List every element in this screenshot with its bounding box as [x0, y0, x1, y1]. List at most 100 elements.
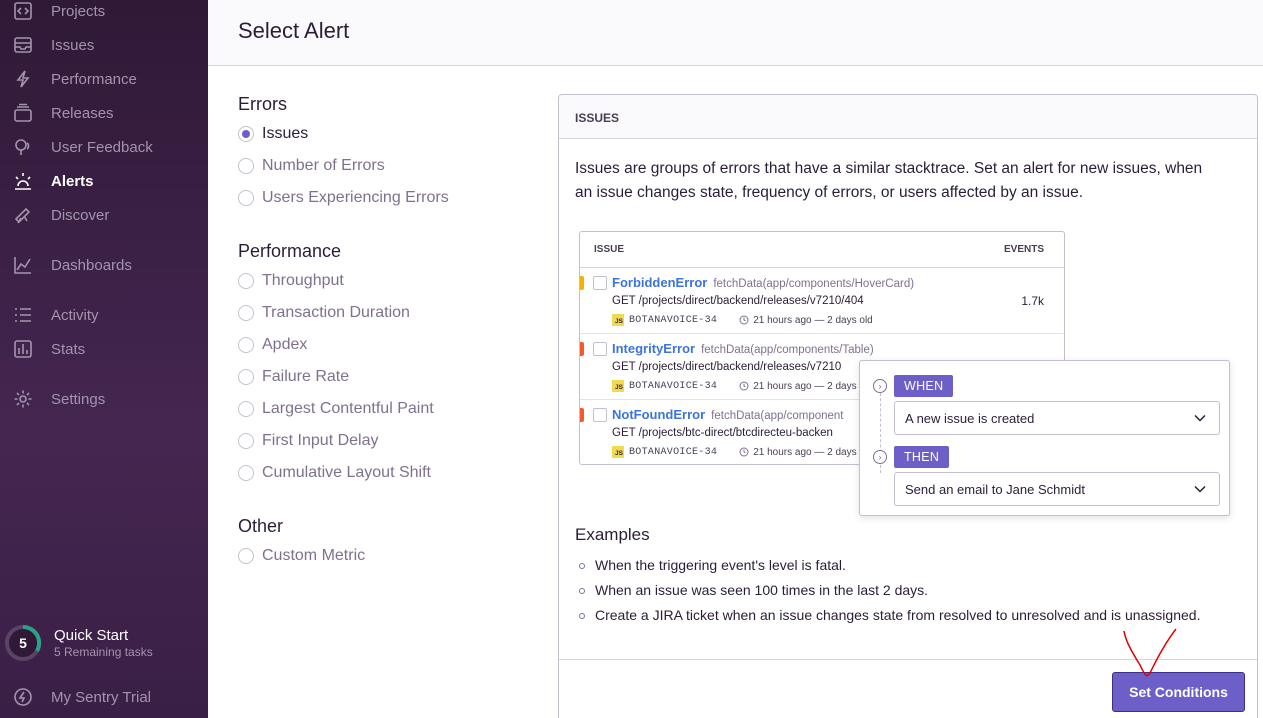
option-custom-metric[interactable]: Custom Metric: [238, 547, 365, 565]
page-title: Select Alert: [238, 18, 350, 43]
option-failure-rate[interactable]: Failure Rate: [238, 368, 349, 386]
radio-button[interactable]: [238, 126, 254, 142]
sidebar-item-label: Dashboards: [51, 256, 132, 274]
option-throughput[interactable]: Throughput: [238, 272, 344, 290]
issue-message: GET /projects/direct/backend/releases/v7…: [612, 295, 864, 307]
column-issue: ISSUE: [594, 244, 625, 255]
option-label: Throughput: [262, 272, 344, 289]
dashboards-icon: [12, 254, 34, 276]
issue-message: GET /projects/btc-direct/btcdirecteu-bac…: [612, 427, 833, 439]
row-checkbox: [593, 276, 607, 290]
radio-button[interactable]: [238, 337, 254, 353]
sidebar-item-label: Projects: [51, 2, 106, 20]
panel-footer-divider: [559, 659, 1257, 660]
radio-button[interactable]: [238, 465, 254, 481]
table-row: ForbiddenError fetchData(app/components/H…: [580, 268, 1064, 334]
user-feedback-icon: [12, 136, 34, 158]
option-largest-contentful-paint[interactable]: Largest Contentful Paint: [238, 400, 434, 418]
option-number-of-errors[interactable]: Number of Errors: [238, 157, 385, 175]
option-label: Issues: [262, 125, 309, 142]
javascript-icon: JS: [612, 314, 624, 326]
option-label: Number of Errors: [262, 157, 385, 174]
project-id: BOTANAVOICE-34: [629, 446, 718, 458]
option-label: Users Experiencing Errors: [262, 189, 449, 206]
option-cumulative-layout-shift[interactable]: Cumulative Layout Shift: [238, 464, 431, 482]
sidebar-item-activity[interactable]: Activity: [0, 298, 208, 332]
alert-info-panel: ISSUES Issues are groups of errors that …: [558, 94, 1258, 718]
radio-button[interactable]: [238, 548, 254, 564]
sidebar-item-issues[interactable]: Issues: [0, 28, 208, 62]
option-issues[interactable]: Issues: [238, 125, 308, 143]
when-then-preview: › WHEN A new issue is created › THEN Sen…: [859, 360, 1230, 516]
sidebar-item-trial[interactable]: My Sentry Trial: [0, 680, 208, 714]
option-apdex[interactable]: Apdex: [238, 336, 307, 354]
issue-age: 21 hours ago — 2 days old: [753, 314, 873, 326]
performance-group-title: Performance: [238, 241, 342, 261]
sidebar-item-alerts[interactable]: Alerts: [0, 164, 208, 198]
releases-icon: [12, 102, 34, 124]
option-users-experiencing-errors[interactable]: Users Experiencing Errors: [238, 189, 449, 207]
sidebar-item-releases[interactable]: Releases: [0, 96, 208, 130]
option-label: Cumulative Layout Shift: [262, 464, 431, 481]
chevron-down-icon: [1194, 485, 1206, 493]
option-transaction-duration[interactable]: Transaction Duration: [238, 304, 410, 322]
radio-button[interactable]: [238, 401, 254, 417]
issues-icon: [12, 34, 34, 56]
issue-title: IntegrityError: [612, 341, 696, 356]
issue-age: 21 hours ago — 2 days ol: [753, 380, 868, 392]
sidebar-item-performance[interactable]: Performance: [0, 62, 208, 96]
performance-icon: [12, 68, 34, 90]
examples-title: Examples: [575, 525, 650, 544]
javascript-icon: JS: [612, 380, 624, 392]
sidebar-item-discover[interactable]: Discover: [0, 198, 208, 232]
sidebar: Projects Issues Performance Releases Use…: [0, 0, 208, 718]
option-label: Failure Rate: [262, 368, 350, 385]
clock-icon: [739, 315, 749, 325]
project-id: BOTANAVOICE-34: [629, 380, 718, 392]
panel-description: Issues are groups of errors that have a …: [575, 160, 1203, 201]
clock-icon: [739, 447, 749, 457]
sidebar-item-projects[interactable]: Projects: [0, 0, 208, 28]
radio-button[interactable]: [238, 158, 254, 174]
option-first-input-delay[interactable]: First Input Delay: [238, 432, 378, 450]
issue-events: 1.7k: [1021, 294, 1044, 308]
issue-culprit: fetchData(app/components/Table): [701, 344, 874, 356]
then-select-value: Send an email to Jane Schmidt: [905, 481, 1085, 497]
issue-age: 21 hours ago — 2 days ol: [753, 446, 868, 458]
option-label: Largest Contentful Paint: [262, 400, 434, 417]
radio-button[interactable]: [238, 190, 254, 206]
sidebar-item-dashboards[interactable]: Dashboards: [0, 248, 208, 282]
radio-button[interactable]: [238, 433, 254, 449]
radio-button[interactable]: [238, 369, 254, 385]
errors-group-title: Errors: [238, 94, 287, 114]
sidebar-item-label: Activity: [51, 306, 99, 324]
set-conditions-button[interactable]: Set Conditions: [1112, 672, 1245, 712]
then-badge: THEN: [894, 446, 950, 468]
list-item: Create a JIRA ticket when an issue chang…: [579, 606, 1200, 631]
issue-culprit: fetchData(app/component: [711, 410, 844, 422]
list-item: When an issue was seen 100 times in the …: [579, 581, 1200, 606]
radio-button[interactable]: [238, 273, 254, 289]
when-select: A new issue is created: [894, 401, 1220, 435]
option-label: Apdex: [262, 336, 308, 353]
sidebar-item-label: Alerts: [51, 172, 94, 190]
projects-icon: [12, 0, 34, 22]
sidebar-item-label: My Sentry Trial: [51, 688, 152, 706]
sidebar-item-stats[interactable]: Stats: [0, 332, 208, 366]
chevron-right-icon: ›: [873, 379, 887, 393]
row-checkbox: [593, 408, 607, 422]
activity-icon: [12, 304, 34, 326]
sidebar-item-user-feedback[interactable]: User Feedback: [0, 130, 208, 164]
sidebar-item-label: Discover: [51, 206, 110, 224]
issue-culprit: fetchData(app/components/HoverCard): [713, 278, 915, 290]
settings-icon: [12, 388, 34, 410]
issue-title: ForbiddenError: [612, 275, 708, 290]
quick-start[interactable]: 5 Quick Start 5 Remaining tasks: [4, 624, 153, 662]
list-item: When the triggering event's level is fat…: [579, 556, 1200, 581]
radio-button[interactable]: [238, 305, 254, 321]
quick-start-progress-ring: 5: [4, 624, 42, 662]
quick-start-subtitle: 5 Remaining tasks: [54, 645, 153, 659]
examples-list: When the triggering event's level is fat…: [579, 556, 1200, 631]
level-indicator: [580, 408, 584, 422]
sidebar-item-settings[interactable]: Settings: [0, 382, 208, 416]
